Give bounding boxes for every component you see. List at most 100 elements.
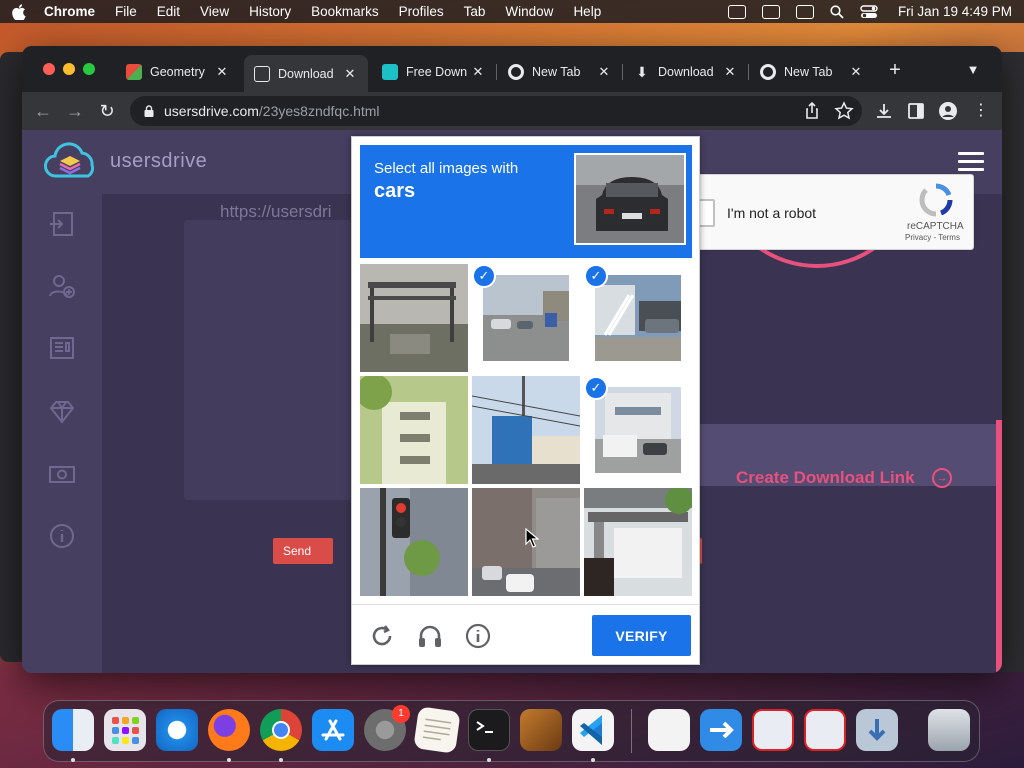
zoom-window-button[interactable] (83, 63, 95, 75)
chrome-favicon-icon (760, 64, 776, 80)
captcha-tile-6[interactable]: ✓ (584, 376, 692, 484)
captcha-tile-4[interactable] (360, 376, 468, 484)
news-icon[interactable] (48, 334, 76, 362)
usersdrive-logo-icon[interactable] (44, 142, 100, 182)
trash-icon[interactable] (928, 709, 970, 751)
background-window (0, 52, 24, 662)
menu-edit[interactable]: Edit (157, 4, 180, 19)
garageband-guitar-icon[interactable] (520, 709, 562, 751)
textedit-icon[interactable] (413, 706, 461, 754)
tab-search-chevron-icon[interactable]: ▼ (962, 59, 984, 81)
captcha-tile-2[interactable]: ✓ (472, 264, 580, 372)
close-window-button[interactable] (43, 63, 55, 75)
info-help-icon[interactable] (465, 623, 491, 649)
tab-new-tab-2[interactable]: New Tab ✕ (750, 57, 874, 87)
hamburger-menu-icon[interactable] (958, 152, 984, 172)
send-dm-button[interactable]: Send DM (273, 538, 333, 564)
menu-view[interactable]: View (200, 4, 229, 19)
menu-file[interactable]: File (115, 4, 137, 19)
tile-image (595, 387, 681, 473)
forward-arrow-icon[interactable]: → (64, 100, 86, 122)
login-icon[interactable] (48, 210, 76, 238)
close-tab-icon[interactable]: ✕ (848, 64, 864, 80)
back-arrow-icon[interactable]: ← (32, 100, 54, 122)
tab-new-tab[interactable]: New Tab ✕ (498, 57, 622, 87)
control-center-icon[interactable] (860, 4, 878, 19)
tab-label: Geometry (150, 65, 205, 79)
launchpad-icon[interactable] (104, 709, 146, 751)
close-tab-icon[interactable]: ✕ (596, 64, 612, 80)
captcha-header: Select all images with cars (360, 145, 692, 258)
terminal-icon[interactable] (468, 709, 510, 751)
firefox-icon[interactable] (208, 709, 250, 751)
more-menu-icon[interactable]: ⋮ (970, 100, 992, 122)
tile-image (360, 376, 468, 484)
verify-button[interactable]: VERIFY (592, 615, 691, 656)
info-icon[interactable] (48, 522, 76, 550)
captcha-tile-3[interactable]: ✓ (584, 264, 692, 372)
reload-challenge-icon[interactable] (369, 623, 395, 649)
spotlight-search-icon[interactable] (830, 4, 844, 19)
menu-bar: Chrome File Edit View History Bookmarks … (0, 0, 1024, 23)
reload-icon[interactable]: ↻ (96, 100, 118, 122)
downloads-icon[interactable] (874, 101, 894, 121)
create-download-link[interactable]: Create Download Link (736, 468, 915, 488)
captcha-tile-7[interactable] (360, 488, 468, 596)
profile-avatar-icon[interactable] (938, 101, 958, 121)
menu-history[interactable]: History (249, 4, 291, 19)
money-icon[interactable] (48, 460, 76, 488)
file-url-text: https://usersdri (220, 202, 332, 221)
dock-separator (631, 709, 632, 753)
downloads-folder-icon[interactable] (856, 709, 898, 751)
menu-window[interactable]: Window (505, 4, 553, 19)
audio-challenge-headphones-icon[interactable] (417, 623, 443, 649)
menu-help[interactable]: Help (573, 4, 601, 19)
tab-download[interactable]: ⬇ Download ✕ (624, 57, 748, 87)
captcha-tile-1[interactable] (360, 264, 468, 372)
menu-app-name[interactable]: Chrome (44, 4, 95, 19)
preview-document-icon[interactable] (648, 709, 690, 751)
menu-profiles[interactable]: Profiles (399, 4, 444, 19)
chrome-icon[interactable] (260, 709, 302, 751)
add-user-icon[interactable] (48, 272, 76, 300)
close-tab-icon[interactable]: ✕ (342, 66, 358, 82)
url-host: usersdrive.com (164, 103, 259, 119)
tile-image (595, 275, 681, 361)
screen-share-icon[interactable] (761, 4, 780, 19)
share-icon[interactable] (802, 101, 822, 121)
recaptcha-privacy-terms[interactable]: Privacy - Terms (905, 233, 960, 242)
side-panel-icon[interactable] (906, 101, 926, 121)
new-tab-plus-icon[interactable]: + (884, 59, 906, 81)
close-tab-icon[interactable]: ✕ (214, 64, 230, 80)
window-icon[interactable] (795, 4, 814, 19)
screen-mirror-icon[interactable] (727, 4, 746, 19)
bookmark-star-icon[interactable] (834, 101, 854, 121)
tab-free-download[interactable]: Free Down ✕ (372, 57, 496, 87)
tab-download-active[interactable]: Download ✕ (244, 55, 368, 92)
tab-label: Download (658, 65, 714, 79)
menu-clock[interactable]: Fri Jan 19 4:49 PM (898, 4, 1012, 19)
minimized-window-2-icon[interactable] (804, 709, 846, 751)
tile-selected-check-icon: ✓ (472, 264, 496, 288)
captcha-tile-5[interactable] (472, 376, 580, 484)
lock-icon[interactable] (144, 105, 154, 117)
apple-icon[interactable] (12, 3, 26, 20)
tab-label: New Tab (784, 65, 833, 79)
vscode-icon[interactable] (572, 709, 614, 751)
remote-desktop-arrow-icon[interactable] (700, 709, 742, 751)
tab-geometry[interactable]: Geometry ✕ (116, 57, 240, 87)
address-bar[interactable]: usersdrive.com/23yes8zndfqc.html (130, 96, 862, 126)
minimized-window-1-icon[interactable] (752, 709, 794, 751)
dock-running-indicator (227, 758, 231, 762)
safari-compass-icon[interactable] (156, 709, 198, 751)
captcha-tile-9[interactable] (584, 488, 692, 596)
finder-icon[interactable] (52, 709, 94, 751)
diamond-icon[interactable] (48, 398, 76, 426)
close-tab-icon[interactable]: ✕ (470, 64, 486, 80)
close-tab-icon[interactable]: ✕ (722, 64, 738, 80)
arrow-right-circle-icon[interactable]: → (932, 468, 952, 488)
minimize-window-button[interactable] (63, 63, 75, 75)
menu-bookmarks[interactable]: Bookmarks (311, 4, 379, 19)
menu-tab[interactable]: Tab (464, 4, 486, 19)
app-store-icon[interactable] (312, 709, 354, 751)
